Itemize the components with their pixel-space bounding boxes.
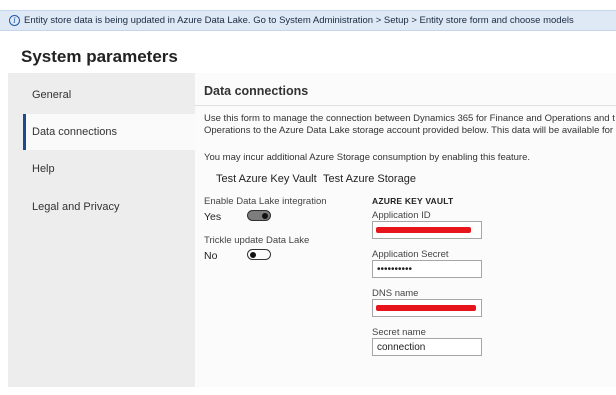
section-title: Data connections (204, 84, 309, 98)
dns-name-label: DNS name (372, 288, 419, 299)
description-line-1: Use this form to manage the connection b… (204, 113, 615, 124)
enable-data-lake-label: Enable Data Lake integration (204, 196, 327, 207)
sidebar-item-help[interactable]: Help (23, 151, 195, 187)
enable-data-lake-value: Yes (204, 211, 222, 223)
storage-note: You may incur additional Azure Storage c… (204, 152, 531, 163)
trickle-update-label: Trickle update Data Lake (204, 235, 310, 246)
test-azure-storage-button[interactable]: Test Azure Storage (323, 173, 416, 185)
trickle-update-value: No (204, 250, 218, 262)
info-icon: i (9, 15, 20, 26)
secret-name-label: Secret name (372, 327, 426, 338)
toggle-knob (262, 212, 268, 219)
application-secret-label: Application Secret (372, 249, 449, 260)
section-divider (195, 105, 616, 106)
info-banner: i Entity store data is being updated in … (0, 10, 616, 31)
dns-name-field[interactable] (372, 299, 482, 317)
sidebar-item-label: Data connections (32, 126, 117, 138)
sidebar-item-general[interactable]: General (23, 77, 195, 113)
test-azure-key-vault-button[interactable]: Test Azure Key Vault (216, 173, 317, 185)
sidebar-item-label: General (32, 89, 72, 101)
banner-message: Entity store data is being updated in Az… (24, 15, 574, 26)
redaction-mark (376, 227, 471, 233)
application-secret-field[interactable]: •••••••••• (372, 260, 482, 278)
parameters-panel: General Data connections Help Legal and … (8, 73, 616, 387)
secret-name-field[interactable]: connection (372, 338, 482, 356)
sidebar-nav: General Data connections Help Legal and … (8, 73, 195, 387)
sidebar-item-legal-and-privacy[interactable]: Legal and Privacy (23, 189, 195, 225)
description-line-2: Operations to the Azure Data Lake storag… (204, 125, 614, 136)
application-id-label: Application ID (372, 210, 431, 221)
sidebar-item-label: Legal and Privacy (32, 201, 120, 213)
azure-key-vault-heading: AZURE KEY VAULT (372, 196, 454, 206)
data-connections-content: Data connections Use this form to manage… (195, 73, 616, 387)
sidebar-item-label: Help (32, 163, 55, 175)
toggle-knob (250, 251, 256, 258)
sidebar-item-data-connections[interactable]: Data connections (23, 114, 195, 150)
enable-data-lake-toggle[interactable] (247, 210, 271, 221)
application-id-field[interactable] (372, 221, 482, 239)
page-title: System parameters (21, 47, 178, 66)
trickle-update-toggle[interactable] (247, 249, 271, 260)
redaction-mark (376, 305, 476, 311)
